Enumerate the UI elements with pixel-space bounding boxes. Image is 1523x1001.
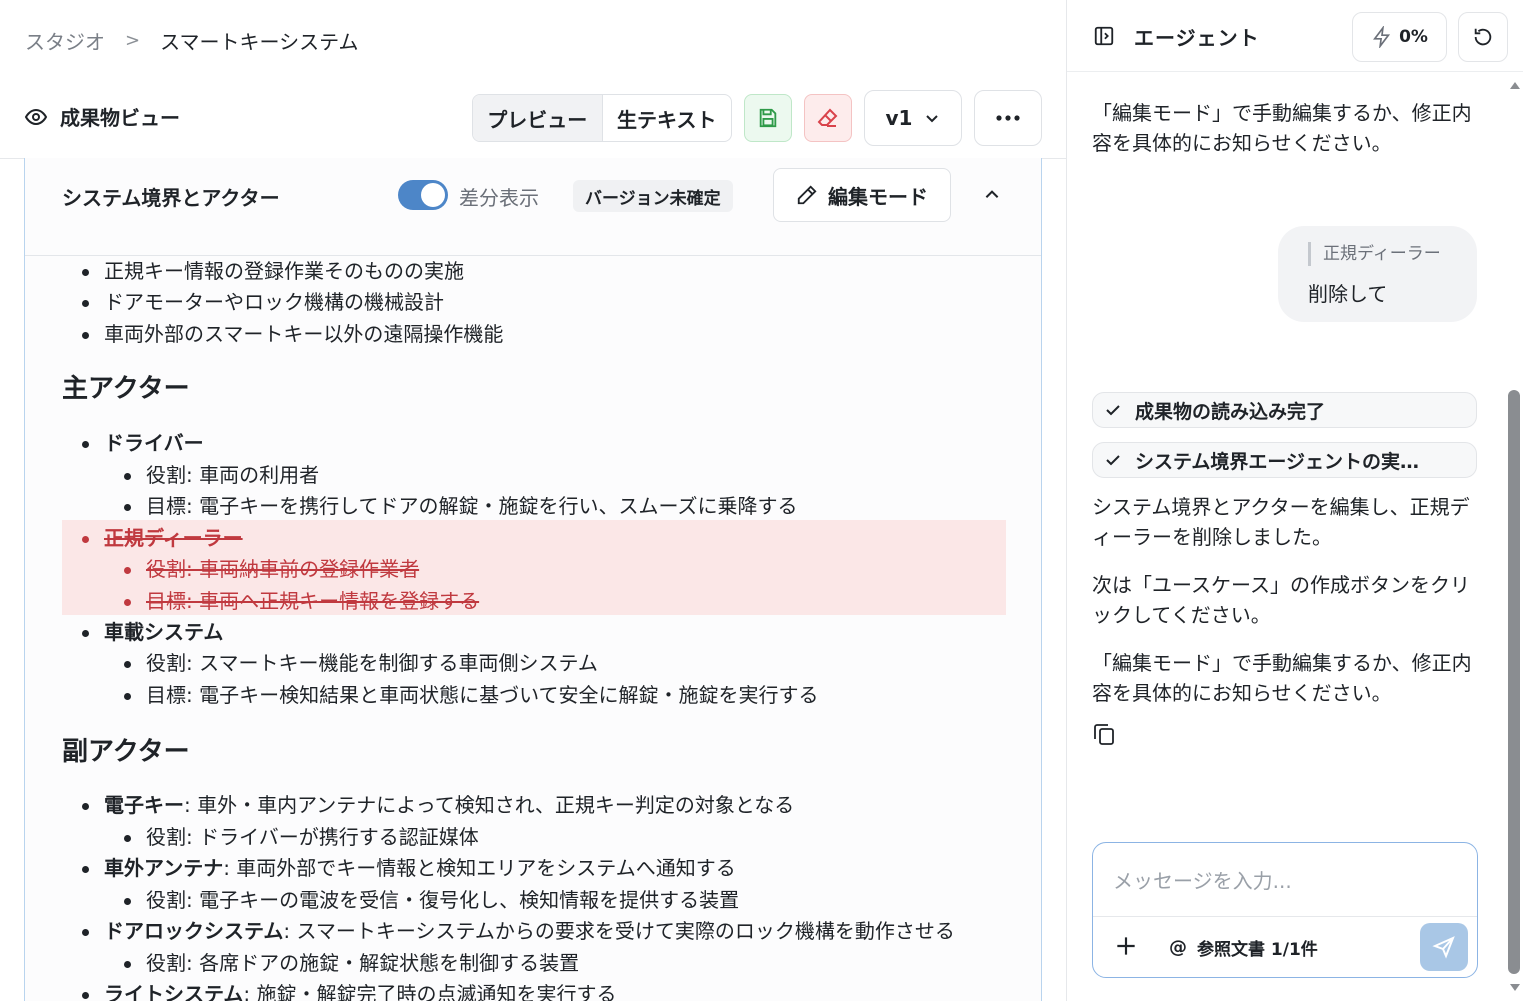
edit-mode-button[interactable]: 編集モード	[773, 168, 951, 222]
scrollbar[interactable]	[1508, 78, 1522, 998]
actor-onboard-system: 車載システム	[81, 617, 223, 649]
list-item-deleted: 役割: 車両納車前の登録作業者	[123, 554, 419, 586]
edit-mode-label: 編集モード	[828, 184, 928, 209]
toggle-knob	[421, 183, 445, 207]
chevron-down-icon	[926, 115, 939, 123]
scroll-thumb[interactable]	[1508, 390, 1520, 974]
section-title: システム境界とアクター	[62, 186, 280, 210]
send-icon	[1432, 936, 1455, 959]
actor-dealer-deleted: 正規ディーラー	[82, 523, 243, 555]
agent-panel: エージェント 0% 「編集モード」で手動編集するか、修正内容を具体的にお知らせく…	[1066, 0, 1523, 1001]
actor-name: ドアロックシステム	[104, 919, 284, 943]
pencil-icon	[797, 185, 817, 205]
plus-icon[interactable]	[1113, 933, 1139, 959]
actor-ekey: 電子キー: 車外・車内アンテナによって検知され、正規キー判定の対象となる	[81, 790, 795, 822]
composer-divider	[1093, 916, 1477, 917]
diff-label: 差分表示	[459, 186, 539, 210]
status-chip[interactable]: 成果物の読み込み完了	[1092, 392, 1477, 428]
save-icon	[759, 108, 777, 128]
list-item: ドアモーターやロック機構の機械設計	[82, 287, 444, 319]
check-icon	[1106, 455, 1120, 466]
agent-message: 「編集モード」で手動編集するか、修正内容を具体的にお知らせください。	[1092, 101, 1472, 155]
artifact-panel: スタジオ > スマートキーシステム 成果物ビュー プレビュー 生テキスト v1 …	[0, 0, 1066, 1001]
list-item: 役割: 車両の利用者	[123, 460, 319, 492]
at-icon: @	[1169, 937, 1187, 958]
reference-label: 参照文書 1/1件	[1197, 940, 1318, 960]
agent-message: 次は「ユースケース」の作成ボタンをクリックしてください。	[1092, 573, 1470, 627]
actor-door-lock: ドアロックシステム: スマートキーシステムからの要求を受けて実際のロック機構を動…	[82, 916, 955, 948]
section-card: システム境界とアクター 差分表示 バージョン未確定 編集モード 正規キー情報の登…	[24, 158, 1042, 1001]
view-title: 成果物ビュー	[24, 102, 180, 131]
actor-name: ライトシステム	[104, 982, 244, 1001]
save-button[interactable]	[744, 94, 792, 142]
heading-secondary-actors: 副アクター	[62, 737, 190, 767]
erase-button[interactable]	[804, 94, 852, 142]
agent-title: エージェント	[1134, 26, 1260, 50]
send-button[interactable]	[1420, 923, 1468, 971]
list-item: 目標: 電子キー検知結果と車両状態に基づいて安全に解錠・施錠を実行する	[124, 680, 819, 712]
scroll-down-arrow[interactable]	[1510, 984, 1520, 991]
agent-header: エージェント 0%	[1067, 0, 1523, 72]
actor-name: 車外アンテナ	[104, 856, 224, 880]
actor-light: ライトシステム: 施錠・解錠完了時の点滅通知を実行する	[82, 979, 617, 1001]
actor-desc: : 車両外部でキー情報と検知エリアをシステムへ通知する	[223, 856, 736, 880]
list-item: 役割: ドライバーが携行する認証媒体	[124, 822, 479, 854]
user-message: 正規ディーラー 削除して	[1278, 226, 1477, 322]
list-item: 正規キー情報の登録作業そのものの実施	[82, 256, 464, 288]
actor-driver: ドライバー	[82, 428, 204, 460]
view-mode-toggle: プレビュー 生テキスト	[472, 94, 732, 142]
chevron-up-icon[interactable]	[983, 186, 1001, 204]
view-title-label: 成果物ビュー	[60, 106, 180, 130]
usage-value: 0%	[1399, 27, 1428, 47]
section-header: システム境界とアクター 差分表示 バージョン未確定 編集モード	[25, 158, 1041, 256]
actor-desc: : 施錠・解錠完了時の点滅通知を実行する	[243, 982, 617, 1001]
message-input[interactable]: メッセージを入力...	[1113, 865, 1292, 894]
copy-icon[interactable]	[1093, 722, 1115, 746]
version-label: v1	[885, 106, 913, 130]
breadcrumb-separator: >	[125, 29, 141, 51]
diff-toggle[interactable]	[398, 180, 448, 210]
list-item: 車両外部のスマートキー以外の遠隔操作機能	[81, 319, 503, 351]
reset-chat-button[interactable]	[1458, 12, 1508, 62]
breadcrumb-studio[interactable]: スタジオ	[25, 26, 105, 55]
usage-indicator[interactable]: 0%	[1352, 12, 1447, 62]
eye-icon	[24, 108, 48, 125]
user-message-text: 削除して	[1308, 282, 1388, 306]
version-select[interactable]: v1	[864, 90, 962, 146]
agent-message: システム境界とアクターを編集し、正規ディーラーを削除しました。	[1092, 495, 1470, 549]
breadcrumb: スタジオ > スマートキーシステム	[25, 24, 359, 56]
list-item: 役割: 電子キーの電波を受信・復号化し、検知情報を提供する装置	[123, 885, 739, 917]
actor-name: 電子キー	[104, 793, 184, 817]
version-status-badge: バージョン未確定	[573, 180, 733, 212]
heading-primary-actors: 主アクター	[62, 374, 190, 404]
actor-desc: : 車外・車内アンテナによって検知され、正規キー判定の対象となる	[184, 793, 795, 817]
scroll-up-arrow[interactable]	[1510, 82, 1520, 89]
actor-desc: : スマートキーシステムからの要求を受けて実際のロック機構を動作させる	[283, 919, 955, 943]
status-chip[interactable]: システム境界エージェントの実…	[1092, 442, 1477, 478]
list-item: 目標: 電子キーを携行してドアの解錠・施錠を行い、スムーズに乗降する	[124, 491, 798, 523]
refresh-icon	[1474, 28, 1492, 46]
reference-docs-button[interactable]: @ 参照文書 1/1件	[1169, 935, 1318, 960]
tab-raw-text[interactable]: 生テキスト	[603, 95, 732, 141]
breadcrumb-current: スマートキーシステム	[160, 29, 359, 54]
quoted-text: 正規ディーラー	[1308, 242, 1441, 266]
list-item: 役割: スマートキー機能を制御する車両側システム	[124, 648, 598, 680]
message-composer: メッセージを入力... @ 参照文書 1/1件	[1092, 842, 1478, 978]
actor-antenna: 車外アンテナ: 車両外部でキー情報と検知エリアをシステムへ通知する	[82, 853, 736, 885]
lightning-icon	[1373, 26, 1391, 48]
more-icon	[996, 115, 1020, 121]
list-item: 役割: 各席ドアの施錠・解錠状態を制御する装置	[123, 948, 579, 980]
tab-preview[interactable]: プレビュー	[473, 95, 603, 141]
sidebar-toggle-icon[interactable]	[1093, 25, 1115, 47]
agent-message: 「編集モード」で手動編集するか、修正内容を具体的にお知らせください。	[1092, 651, 1472, 705]
status-label: 成果物の読み込み完了	[1135, 400, 1326, 423]
artifact-toolbar: 成果物ビュー プレビュー 生テキスト v1	[0, 88, 1066, 150]
more-button[interactable]	[974, 90, 1042, 146]
list-item-deleted: 目標: 車両へ正規キー情報を登録する	[123, 586, 479, 618]
check-icon	[1106, 405, 1120, 416]
status-label: システム境界エージェントの実…	[1135, 450, 1420, 473]
eraser-icon	[817, 108, 838, 127]
